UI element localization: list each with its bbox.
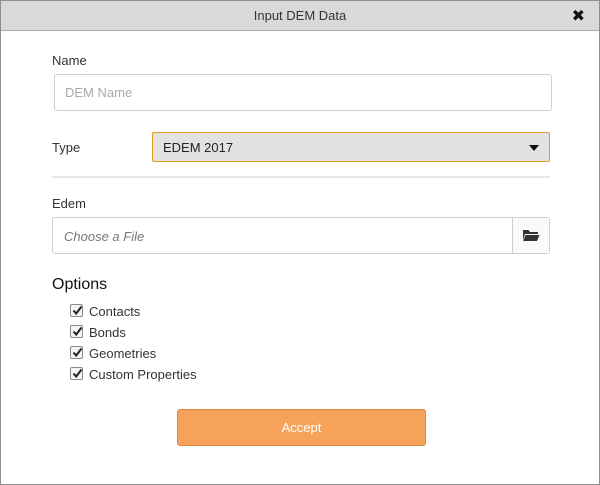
folder-open-icon xyxy=(523,230,540,241)
checkmark-icon xyxy=(72,368,83,379)
edem-file-input[interactable]: Choose a File xyxy=(52,217,550,254)
dem-name-input[interactable] xyxy=(54,74,552,111)
dialog-title: Input DEM Data xyxy=(253,8,347,23)
close-icon[interactable]: ✖ xyxy=(572,6,585,25)
name-label: Name xyxy=(52,53,87,68)
section-divider xyxy=(52,176,550,178)
checkmark-icon xyxy=(72,326,83,337)
geometries-checkbox[interactable] xyxy=(70,346,83,359)
browse-file-button[interactable] xyxy=(512,218,549,253)
type-select[interactable]: EDEM 2017 xyxy=(152,132,550,162)
bonds-label: Bonds xyxy=(89,325,126,340)
edem-label: Edem xyxy=(52,196,86,211)
type-label: Type xyxy=(52,140,81,155)
caret-down-icon xyxy=(529,145,539,151)
custom-properties-label: Custom Properties xyxy=(89,367,197,382)
geometries-label: Geometries xyxy=(89,346,157,361)
options-heading: Options xyxy=(52,276,108,293)
input-dem-dialog: Input DEM Data ✖ Name Type EDEM 2017 Ede… xyxy=(0,0,600,485)
custom-properties-checkbox[interactable] xyxy=(70,367,83,380)
type-select-value: EDEM 2017 xyxy=(163,140,234,155)
accept-button[interactable]: Accept xyxy=(177,409,426,446)
contacts-checkbox[interactable] xyxy=(70,304,83,317)
file-placeholder: Choose a File xyxy=(64,229,145,244)
dialog-titlebar: Input DEM Data ✖ xyxy=(1,1,599,31)
checkmark-icon xyxy=(72,347,83,358)
contacts-label: Contacts xyxy=(89,304,141,319)
checkmark-icon xyxy=(72,305,83,316)
bonds-checkbox[interactable] xyxy=(70,325,83,338)
